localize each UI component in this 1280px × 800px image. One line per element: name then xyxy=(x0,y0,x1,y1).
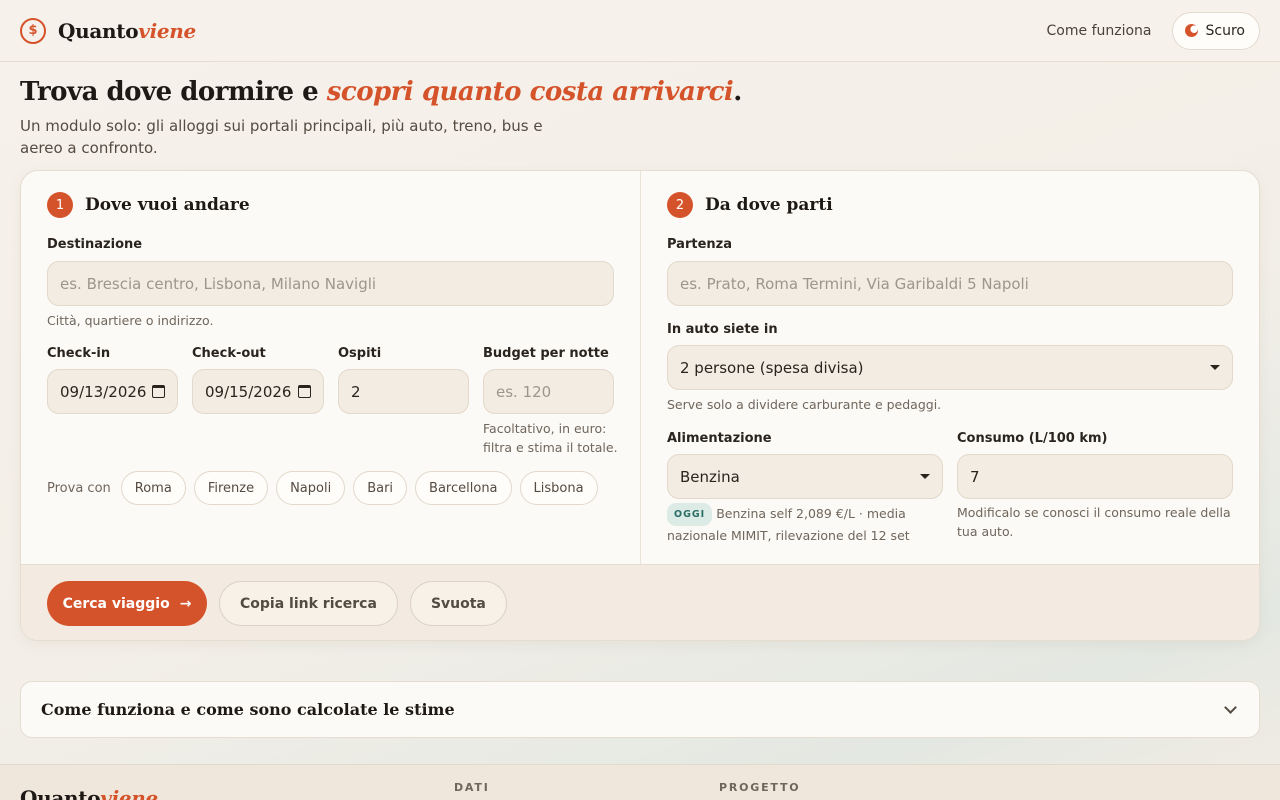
budget-hint: Facoltativo, in euro: filtra e stima il … xyxy=(483,421,618,455)
search-trip-button[interactable]: Cerca viaggio → xyxy=(47,581,207,626)
calendar-icon[interactable] xyxy=(298,385,311,398)
guests-label: Ospiti xyxy=(338,346,382,361)
chip-barcellona[interactable]: Barcellona xyxy=(415,471,512,505)
footer-brand[interactable]: Quantoviene xyxy=(20,786,158,800)
accordion-title: Come funziona e come sono calcolate le s… xyxy=(41,700,455,719)
destination-hint: Città, quartiere o indirizzo. xyxy=(47,313,214,328)
step-number: 1 xyxy=(47,192,73,218)
top-bar: $ Quantoviene Come funziona Scuro xyxy=(0,0,1280,62)
checkin-label: Check-in xyxy=(47,346,111,361)
chip-bari[interactable]: Bari xyxy=(353,471,408,505)
step-number: 2 xyxy=(667,192,693,218)
car-passengers-select[interactable]: 2 persone (spesa divisa) xyxy=(667,345,1233,390)
footer: Quantoviene DATI PROGETTO xyxy=(0,764,1280,800)
arrow-right-icon: → xyxy=(179,595,192,612)
fuel-label: Alimentazione xyxy=(667,431,772,446)
chevron-down-icon xyxy=(1224,700,1237,714)
car-passengers-label: In auto siete in xyxy=(667,322,778,337)
budget-label: Budget per notte xyxy=(483,346,609,361)
destination-label: Destinazione xyxy=(47,237,143,252)
logo[interactable]: $ Quantoviene xyxy=(20,17,196,44)
moon-icon xyxy=(1184,24,1198,37)
nav-link-come-funziona[interactable]: Come funziona xyxy=(1047,23,1152,39)
clear-button[interactable]: Svuota xyxy=(409,581,507,626)
search-form-card: 1 Dove vuoi andare Destinazione es. Bres… xyxy=(20,170,1260,641)
checkin-date-input[interactable]: 09/13/2026 xyxy=(47,369,178,414)
departure-label: Partenza xyxy=(667,237,732,252)
step-title: Dove vuoi andare xyxy=(85,195,250,215)
calendar-icon[interactable] xyxy=(152,385,165,398)
logo-icon: $ xyxy=(20,17,46,44)
form-actions: Cerca viaggio → Copia link ricerca Svuot… xyxy=(21,564,1259,640)
how-it-works-accordion[interactable]: Come funziona e come sono calcolate le s… xyxy=(20,681,1260,738)
fuel-price-hint: OGGI Benzina self 2,089 €/L · media nazio… xyxy=(667,503,937,545)
footer-heading-progetto: PROGETTO xyxy=(719,781,801,794)
suggestion-chips: Prova con Roma Firenze Napoli Bari Barce… xyxy=(47,471,598,505)
chevron-down-icon xyxy=(1210,365,1220,370)
chip-lisbona[interactable]: Lisbona xyxy=(519,471,598,505)
consumption-label: Consumo (L/100 km) xyxy=(957,431,1108,446)
guests-input[interactable]: 2 xyxy=(338,369,469,414)
theme-toggle-button[interactable]: Scuro xyxy=(1171,11,1260,50)
budget-input[interactable]: es. 120 xyxy=(483,369,614,414)
step-title: Da dove parti xyxy=(705,195,833,215)
brand-name: Quantoviene xyxy=(58,18,196,43)
chevron-down-icon xyxy=(920,474,930,479)
checkout-label: Check-out xyxy=(192,346,266,361)
checkout-date-input[interactable]: 09/15/2026 xyxy=(192,369,324,414)
page-subtitle: Un modulo solo: gli alloggi sui portali … xyxy=(20,117,543,157)
theme-toggle-label: Scuro xyxy=(1205,22,1245,39)
chip-firenze[interactable]: Firenze xyxy=(193,471,269,505)
copy-link-button[interactable]: Copia link ricerca xyxy=(219,581,398,626)
page-title: Trova dove dormire e scopri quanto costa… xyxy=(20,77,742,107)
suggestions-label: Prova con xyxy=(47,480,111,496)
consumption-input[interactable]: 7 xyxy=(957,454,1233,499)
step-destination: 1 Dove vuoi andare Destinazione es. Bres… xyxy=(21,171,641,564)
car-passengers-hint: Serve solo a dividere carburante e pedag… xyxy=(667,397,942,412)
fuel-select[interactable]: Benzina xyxy=(667,454,943,499)
chip-napoli[interactable]: Napoli xyxy=(276,471,346,505)
today-badge: OGGI xyxy=(667,503,713,526)
destination-input[interactable]: es. Brescia centro, Lisbona, Milano Navi… xyxy=(47,261,614,306)
hero: Trova dove dormire e scopri quanto costa… xyxy=(20,75,920,159)
chip-roma[interactable]: Roma xyxy=(120,471,186,505)
consumption-hint: Modificalo se conosci il consumo reale d… xyxy=(957,505,1231,539)
footer-heading-dati: DATI xyxy=(454,781,490,794)
departure-input[interactable]: es. Prato, Roma Termini, Via Garibaldi 5… xyxy=(667,261,1233,306)
step-departure: 2 Da dove parti Partenza es. Prato, Roma… xyxy=(641,171,1259,564)
